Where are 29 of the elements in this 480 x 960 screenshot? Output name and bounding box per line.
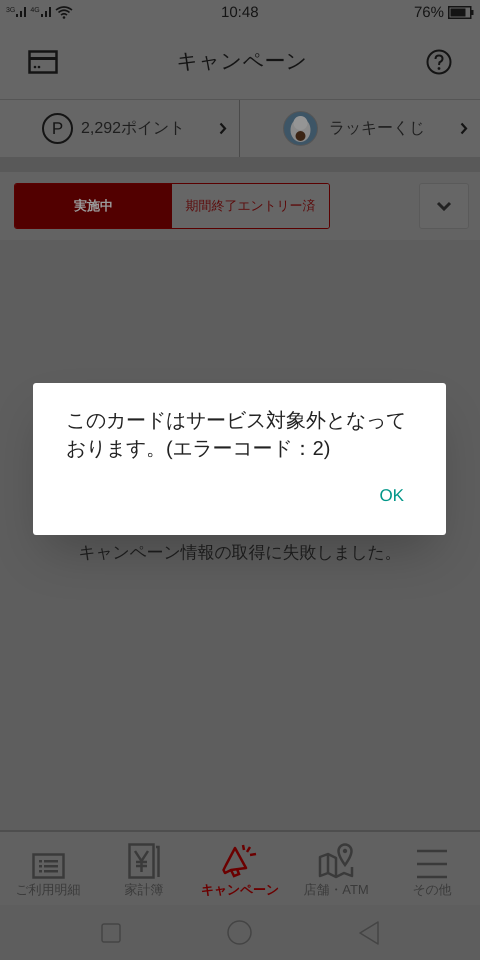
chevron-right-icon [460, 122, 468, 135]
megaphone-icon [222, 843, 258, 879]
clock-time: 10:48 [221, 4, 259, 20]
dialog-message: このカードはサービス対象外となっております。(エラーコード：2) [66, 409, 407, 462]
help-icon[interactable] [426, 48, 452, 74]
battery-icon [448, 6, 474, 18]
filter-tab[interactable]: 実施中 [15, 184, 172, 228]
nav-tab[interactable]: キャンペーン [192, 832, 288, 905]
menu-icon [416, 849, 448, 879]
recent-apps-icon[interactable] [100, 922, 120, 942]
points-icon: P [42, 113, 73, 144]
chevron-right-icon [219, 122, 227, 135]
yen-book-icon [128, 843, 160, 879]
dropdown-button[interactable] [419, 183, 469, 229]
lottery-link[interactable]: ラッキーくじ [240, 100, 480, 157]
wifi-icon [54, 6, 73, 18]
ok-button[interactable]: OK [371, 477, 412, 514]
signal-icon [16, 7, 26, 17]
signal-icon [40, 7, 51, 17]
card-icon[interactable] [28, 50, 58, 74]
error-message: キャンペーン情報の取得に失敗しました。 [78, 542, 402, 564]
mascot-icon [283, 111, 318, 146]
home-icon[interactable] [226, 920, 252, 945]
map-pin-icon [318, 843, 354, 879]
chevron-down-icon [436, 201, 452, 211]
list-icon [32, 853, 64, 879]
screen-title: キャンペーン [176, 48, 308, 75]
back-icon[interactable] [358, 920, 380, 944]
battery-percentage: 76% [414, 4, 444, 20]
